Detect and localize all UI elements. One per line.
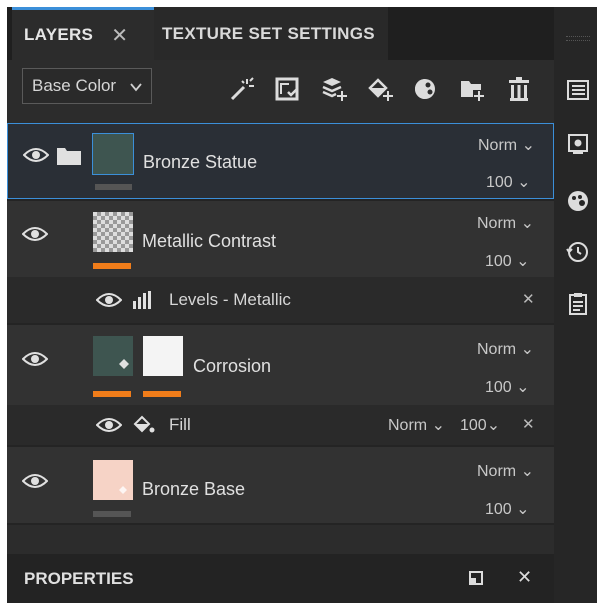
palette-icon[interactable]: [566, 189, 590, 218]
layer-name[interactable]: Bronze Base: [142, 479, 245, 500]
chevron-down-icon: ⌄: [517, 174, 531, 191]
levels-icon: [132, 291, 152, 314]
chevron-down-icon: ⌄: [516, 501, 530, 518]
layer-name[interactable]: Bronze Statue: [143, 152, 257, 173]
layer-thumbnail[interactable]: [93, 336, 133, 376]
blend-mode-value: Norm: [477, 215, 517, 232]
effect-blend-select[interactable]: Norm ⌄: [388, 415, 445, 435]
close-icon[interactable]: ✕: [522, 290, 535, 308]
add-folder-icon[interactable]: [459, 76, 485, 102]
layers-panel: LAYERS ✕ TEXTURE SET SETTINGS Base Color: [7, 7, 554, 603]
add-paint-layer-icon[interactable]: [366, 76, 393, 102]
eye-icon[interactable]: [21, 350, 49, 368]
camera-icon[interactable]: [567, 133, 589, 160]
opacity-field[interactable]: 100 ⌄: [485, 251, 530, 271]
clipboard-icon[interactable]: [568, 292, 588, 321]
opacity-value: 100: [485, 379, 512, 396]
effect-name[interactable]: Levels - Metallic: [169, 290, 291, 310]
tab-texture-set-label: TEXTURE SET SETTINGS: [162, 23, 375, 43]
effect-row-levels-metallic[interactable]: Levels - Metallic ✕: [7, 277, 554, 323]
delete-icon[interactable]: [507, 76, 533, 102]
blend-mode-value: Norm: [477, 463, 517, 480]
divider: [7, 523, 554, 525]
chevron-down-icon: ⌄: [520, 463, 534, 480]
eye-icon[interactable]: [22, 146, 50, 164]
tab-texture-set-settings[interactable]: TEXTURE SET SETTINGS: [154, 7, 388, 60]
chevron-down-icon: ⌄: [521, 137, 535, 154]
opacity-value: 100: [460, 417, 487, 434]
layer-thumbnail[interactable]: [93, 460, 133, 500]
close-icon[interactable]: ✕: [522, 415, 535, 433]
layers-toolbar: Base Color: [7, 60, 554, 120]
blend-mode-select[interactable]: Norm ⌄: [477, 461, 534, 481]
chevron-down-icon: ⌄: [520, 215, 534, 232]
tab-layers-label: LAYERS: [24, 25, 94, 44]
history-icon[interactable]: [566, 240, 590, 269]
properties-title: PROPERTIES: [24, 569, 134, 588]
eye-icon[interactable]: [95, 291, 123, 309]
mask-bar: [95, 184, 132, 190]
opacity-value: 100: [485, 501, 512, 518]
chevron-down-icon: ⌄: [516, 379, 530, 396]
blend-mode-select[interactable]: Norm ⌄: [477, 213, 534, 233]
opacity-value: 100: [485, 253, 512, 270]
blend-mode-value: Norm: [388, 417, 428, 434]
layer-row-metallic-contrast[interactable]: Metallic Contrast Norm ⌄ 100 ⌄: [7, 201, 554, 277]
effect-name[interactable]: Fill: [169, 415, 191, 435]
chevron-down-icon: ⌄: [431, 417, 445, 434]
eye-icon[interactable]: [21, 225, 49, 243]
channel-dropdown[interactable]: Base Color: [22, 68, 152, 104]
effect-row-fill[interactable]: Fill Norm ⌄ 100⌄ ✕: [7, 405, 554, 445]
blend-mode-select[interactable]: Norm ⌄: [477, 339, 534, 359]
close-icon[interactable]: ✕: [517, 567, 532, 588]
layers-list-icon[interactable]: [567, 79, 589, 106]
chevron-down-icon: ⌄: [516, 253, 530, 270]
layer-row-bronze-statue[interactable]: Bronze Statue Norm ⌄ 100 ⌄: [7, 123, 554, 199]
layer-thumbnail[interactable]: [93, 212, 133, 252]
opacity-field[interactable]: 100 ⌄: [486, 172, 531, 192]
layer-row-bronze-base[interactable]: Bronze Base Norm ⌄ 100 ⌄: [7, 447, 554, 523]
folder-icon: [56, 146, 82, 171]
blend-mode-value: Norm: [477, 341, 517, 358]
add-mask-icon[interactable]: [275, 76, 301, 102]
chevron-down-icon: ⌄: [486, 417, 501, 434]
layer-name[interactable]: Corrosion: [193, 356, 271, 377]
close-icon[interactable]: ✕: [111, 23, 128, 48]
chevron-down-icon: [130, 78, 142, 98]
layer-name[interactable]: Metallic Contrast: [142, 231, 276, 252]
opacity-value: 100: [486, 174, 513, 191]
tab-layers[interactable]: LAYERS ✕: [12, 7, 154, 60]
mask-bar: [93, 511, 131, 517]
add-fill-layer-icon[interactable]: [320, 76, 347, 102]
channel-dropdown-value: Base Color: [32, 76, 117, 95]
opacity-field[interactable]: 100 ⌄: [485, 377, 530, 397]
fill-bucket-icon: [132, 414, 156, 441]
orange-mask-bar: [93, 263, 131, 269]
orange-mask-bar: [143, 391, 181, 397]
properties-panel-header: PROPERTIES ✕: [7, 554, 554, 603]
magic-wand-icon[interactable]: [229, 76, 255, 102]
eye-icon[interactable]: [21, 472, 49, 490]
maximize-icon[interactable]: [469, 571, 483, 590]
right-toolbar: [554, 7, 597, 603]
mask-thumbnail[interactable]: [143, 336, 183, 376]
tab-bar: LAYERS ✕ TEXTURE SET SETTINGS: [7, 7, 554, 60]
blend-mode-value: Norm: [478, 137, 518, 154]
effect-opacity-field[interactable]: 100⌄: [460, 415, 500, 435]
blend-mode-select[interactable]: Norm ⌄: [478, 135, 535, 155]
layer-thumbnail[interactable]: [92, 133, 134, 175]
opacity-field[interactable]: 100 ⌄: [485, 499, 530, 519]
eye-icon[interactable]: [95, 416, 123, 434]
chevron-down-icon: ⌄: [520, 341, 534, 358]
orange-mask-bar: [93, 391, 131, 397]
layer-row-corrosion[interactable]: Corrosion Norm ⌄ 100 ⌄: [7, 325, 554, 405]
panel-grip[interactable]: [566, 36, 590, 41]
add-effect-icon[interactable]: [413, 76, 439, 102]
